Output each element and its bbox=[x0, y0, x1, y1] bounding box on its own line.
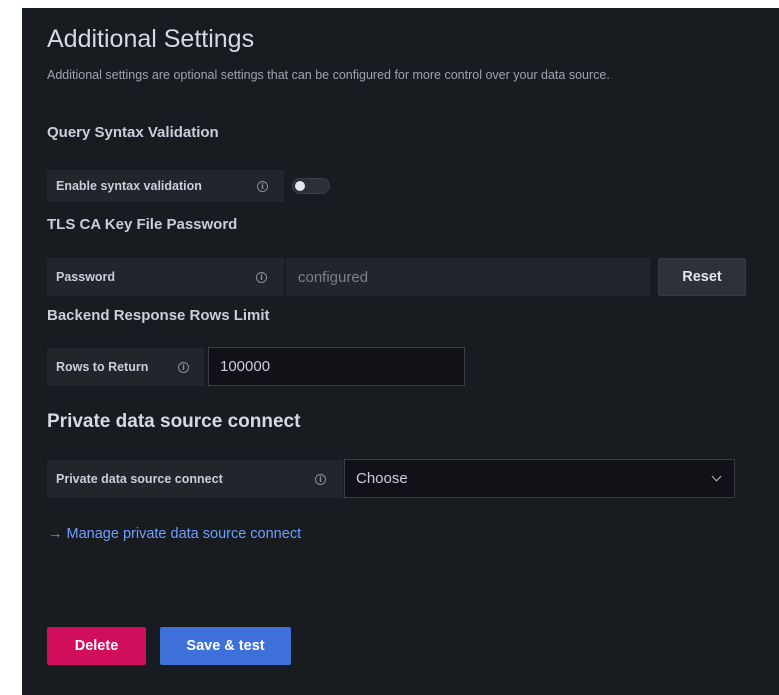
info-circle-icon: i bbox=[178, 362, 189, 373]
additional-settings-panel: Additional Settings Additional settings … bbox=[22, 8, 779, 695]
password-value: configured bbox=[298, 268, 369, 286]
query-syntax-section-title: Query Syntax Validation bbox=[47, 124, 219, 141]
rows-limit-section-title: Backend Response Rows Limit bbox=[47, 307, 270, 324]
rows-to-return-label-text: Rows to Return bbox=[56, 360, 149, 374]
password-field[interactable]: configured bbox=[286, 258, 650, 296]
password-label: Password i bbox=[47, 258, 284, 296]
toggle-knob bbox=[295, 181, 305, 191]
pdc-select-value: Choose bbox=[356, 470, 408, 487]
reset-button[interactable]: Reset bbox=[658, 258, 746, 296]
chevron-down-icon bbox=[711, 471, 722, 482]
page-description: Additional settings are optional setting… bbox=[47, 68, 610, 82]
manage-pdc-link[interactable]: → Manage private data source connect bbox=[48, 526, 301, 542]
delete-button[interactable]: Delete bbox=[47, 627, 146, 665]
pdc-label-text: Private data source connect bbox=[56, 472, 223, 486]
save-test-button[interactable]: Save & test bbox=[160, 627, 291, 665]
page-title: Additional Settings bbox=[47, 25, 255, 53]
info-circle-icon: i bbox=[256, 272, 267, 283]
syntax-validation-label: Enable syntax validation i bbox=[47, 170, 284, 202]
syntax-validation-label-text: Enable syntax validation bbox=[56, 179, 202, 193]
info-circle-icon: i bbox=[257, 181, 268, 192]
pdc-label: Private data source connect i bbox=[47, 460, 343, 498]
tls-section-title: TLS CA Key File Password bbox=[47, 216, 238, 233]
rows-to-return-input[interactable]: 100000 bbox=[208, 347, 465, 386]
pdc-section-title: Private data source connect bbox=[47, 411, 301, 432]
rows-to-return-value: 100000 bbox=[220, 358, 271, 375]
rows-to-return-label: Rows to Return i bbox=[47, 348, 204, 386]
password-label-text: Password bbox=[56, 270, 116, 284]
pdc-select[interactable]: Choose bbox=[344, 459, 735, 498]
syntax-validation-toggle[interactable] bbox=[292, 178, 330, 194]
info-circle-icon: i bbox=[315, 474, 326, 485]
